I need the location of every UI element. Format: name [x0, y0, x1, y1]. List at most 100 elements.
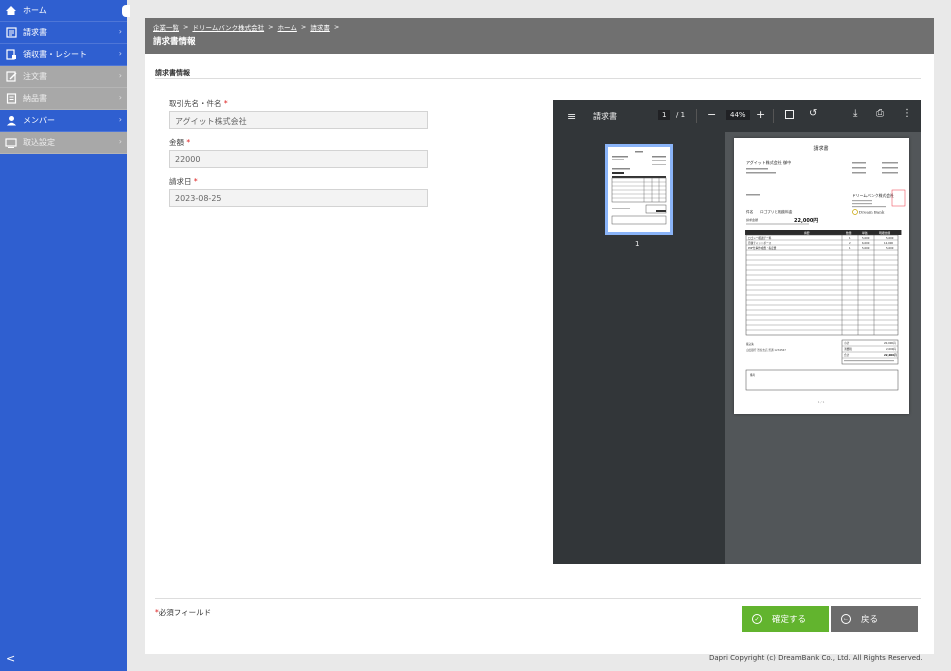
breadcrumb-separator: >	[333, 23, 340, 31]
required-mark: *	[193, 177, 198, 186]
required-note: *必須フィールド	[155, 608, 212, 617]
invoice-row-qty: 1	[849, 246, 851, 250]
invoice-issuer: ドリームバンク株式会社	[852, 193, 894, 198]
invoice-row-desc: 月額チャットボース	[748, 241, 772, 245]
sidebar-item-label: 領収書・レシート	[23, 50, 87, 59]
invoice-sum-label: 合計	[844, 353, 850, 357]
sidebar-item-label: メンバー	[23, 116, 55, 125]
date-label: 請求日 *	[169, 177, 198, 186]
delivery-icon	[5, 93, 17, 105]
more-options-icon[interactable]: ⋮	[902, 108, 912, 119]
invoice-icon	[5, 27, 17, 39]
confirm-button[interactable]: ✓ 確定する	[742, 606, 829, 632]
chevron-right-icon: ›	[118, 71, 122, 80]
section-title: 請求書情報	[155, 69, 190, 77]
collapse-sidebar-button[interactable]: <	[6, 652, 15, 665]
sidebar-item-receipt[interactable]: 領収書・レシート ›	[0, 44, 127, 66]
dreambank-logo: Dream Bank	[859, 210, 885, 215]
page-header: 企業一覧 > ドリームバンク株式会社 > ホーム > 請求書 > 請求書情報	[145, 18, 934, 54]
pdf-title: 請求書	[593, 112, 617, 121]
invoice-col-header: 明細金額	[879, 231, 890, 235]
invoice-col-header: 単価	[862, 231, 868, 235]
zoom-level-input[interactable]: 44%	[726, 110, 750, 120]
amount-label: 金額 *	[169, 138, 191, 147]
invoice-total-label: 請求金額	[746, 217, 758, 222]
import-icon	[5, 137, 17, 149]
invoice-row-desc: ロゴシー相談チー料	[748, 236, 772, 240]
invoice-page: 請求書 アグイット株式会社 御中 ドリームバンク株式会社 Dream Bank …	[734, 138, 909, 414]
rotate-icon[interactable]: ↺	[809, 108, 817, 119]
sidebar-item-import[interactable]: 取込設定 ›	[0, 132, 127, 154]
sidebar-item-member[interactable]: メンバー ›	[0, 110, 127, 132]
toolbar-divider	[696, 109, 697, 123]
invoice-row-price: 5,000	[862, 246, 870, 250]
invoice-row-price: 5,000	[862, 236, 870, 240]
required-mark: *	[223, 99, 228, 108]
check-circle-icon: ✓	[752, 614, 762, 624]
invoice-subject-value: ロゴプリと相談料金	[760, 209, 793, 214]
breadcrumb-invoice[interactable]: 請求書	[310, 22, 330, 32]
confirm-label: 確定する	[772, 614, 807, 624]
breadcrumb-company[interactable]: ドリームバンク株式会社	[192, 22, 264, 32]
page-number-input[interactable]: 1	[658, 110, 671, 120]
date-field[interactable]: 2023-08-25	[169, 189, 428, 207]
invoice-subject-label: 件名	[746, 209, 754, 214]
zoom-out-icon[interactable]: −	[707, 108, 716, 121]
breadcrumb: 企業一覧 > ドリームバンク株式会社 > ホーム > 請求書 >	[153, 21, 926, 33]
thumbnail-pane: 1	[553, 132, 725, 564]
invoice-row-amount: 12,000	[884, 241, 893, 245]
breadcrumb-separator: >	[183, 23, 189, 31]
breadcrumb-home[interactable]: ホーム	[278, 22, 297, 32]
page-title: 請求書情報	[153, 37, 196, 47]
order-icon	[5, 71, 17, 83]
chevron-right-icon: ›	[118, 115, 122, 124]
receipt-icon	[5, 49, 17, 61]
invoice-row-desc: PDF仕事作成費・指定費	[748, 246, 777, 250]
sidebar-item-home[interactable]: ホーム	[0, 0, 130, 22]
invoice-page-footer: 1 / 1	[818, 400, 825, 404]
sidebar-item-label: 注文書	[23, 72, 47, 81]
invoice-sum-value: 22,000円	[884, 353, 897, 357]
page-total: / 1	[676, 111, 686, 119]
toolbar-divider	[773, 109, 774, 123]
pdf-viewer: ≡ 請求書 1 / 1 − 44% + ↺ ⤓ ⎙ ⋮ 1 請求書 アグイット株…	[553, 100, 921, 564]
breadcrumb-company-list[interactable]: 企業一覧	[153, 22, 179, 32]
sidebar-item-label: ホーム	[23, 6, 47, 15]
sidebar-item-order[interactable]: 注文書 ›	[0, 66, 127, 88]
page-thumbnail[interactable]	[605, 144, 673, 235]
invoice-total-value: 22,000円	[794, 217, 818, 224]
sidebar-item-label: 取込設定	[23, 138, 55, 147]
home-icon	[5, 5, 17, 17]
invoice-row-amount: 5,000	[886, 236, 894, 240]
invoice-heading: 請求書	[813, 145, 828, 152]
amount-field[interactable]: 22000	[169, 150, 428, 168]
breadcrumb-separator: >	[268, 23, 274, 31]
invoice-tax-value: 2,000円	[886, 347, 896, 351]
sidebar: ホーム 請求書 › 領収書・レシート › 注文書 › 納品書 › メンバー ›	[0, 0, 130, 671]
invoice-notes-label: 備考	[750, 373, 756, 377]
section-divider	[155, 78, 921, 79]
breadcrumb-separator: >	[300, 23, 307, 31]
required-mark: *	[186, 138, 191, 147]
invoice-row-price: 6,000	[862, 241, 870, 245]
zoom-in-icon[interactable]: +	[756, 108, 765, 121]
member-icon	[5, 115, 17, 127]
back-button[interactable]: ← 戻る	[831, 606, 918, 632]
invoice-subtotal-label: 小計	[844, 341, 850, 345]
invoice-form: 取引先名・件名 * アグイット株式会社 金額 * 22000 請求日 * 202…	[169, 98, 428, 215]
fit-page-icon[interactable]	[785, 110, 794, 119]
copyright-text: Dapri Copyright (c) DreamBank Co., Ltd. …	[709, 654, 923, 662]
download-icon[interactable]: ⤓	[853, 108, 857, 119]
invoice-row-amount: 5,000	[886, 246, 894, 250]
client-field[interactable]: アグイット株式会社	[169, 111, 428, 129]
main-panel: 企業一覧 > ドリームバンク株式会社 > ホーム > 請求書 > 請求書情報 請…	[145, 18, 934, 654]
invoice-recipient: アグイット株式会社 御中	[746, 159, 791, 165]
sidebar-item-label: 納品書	[23, 94, 47, 103]
arrow-left-circle-icon: ←	[841, 614, 851, 624]
sidebar-item-delivery[interactable]: 納品書 ›	[0, 88, 127, 110]
invoice-col-header: 数量	[846, 231, 852, 235]
print-icon[interactable]: ⎙	[876, 108, 884, 119]
back-label: 戻る	[861, 614, 879, 624]
sidebar-item-invoice[interactable]: 請求書 ›	[0, 22, 127, 44]
menu-icon[interactable]: ≡	[567, 110, 576, 123]
